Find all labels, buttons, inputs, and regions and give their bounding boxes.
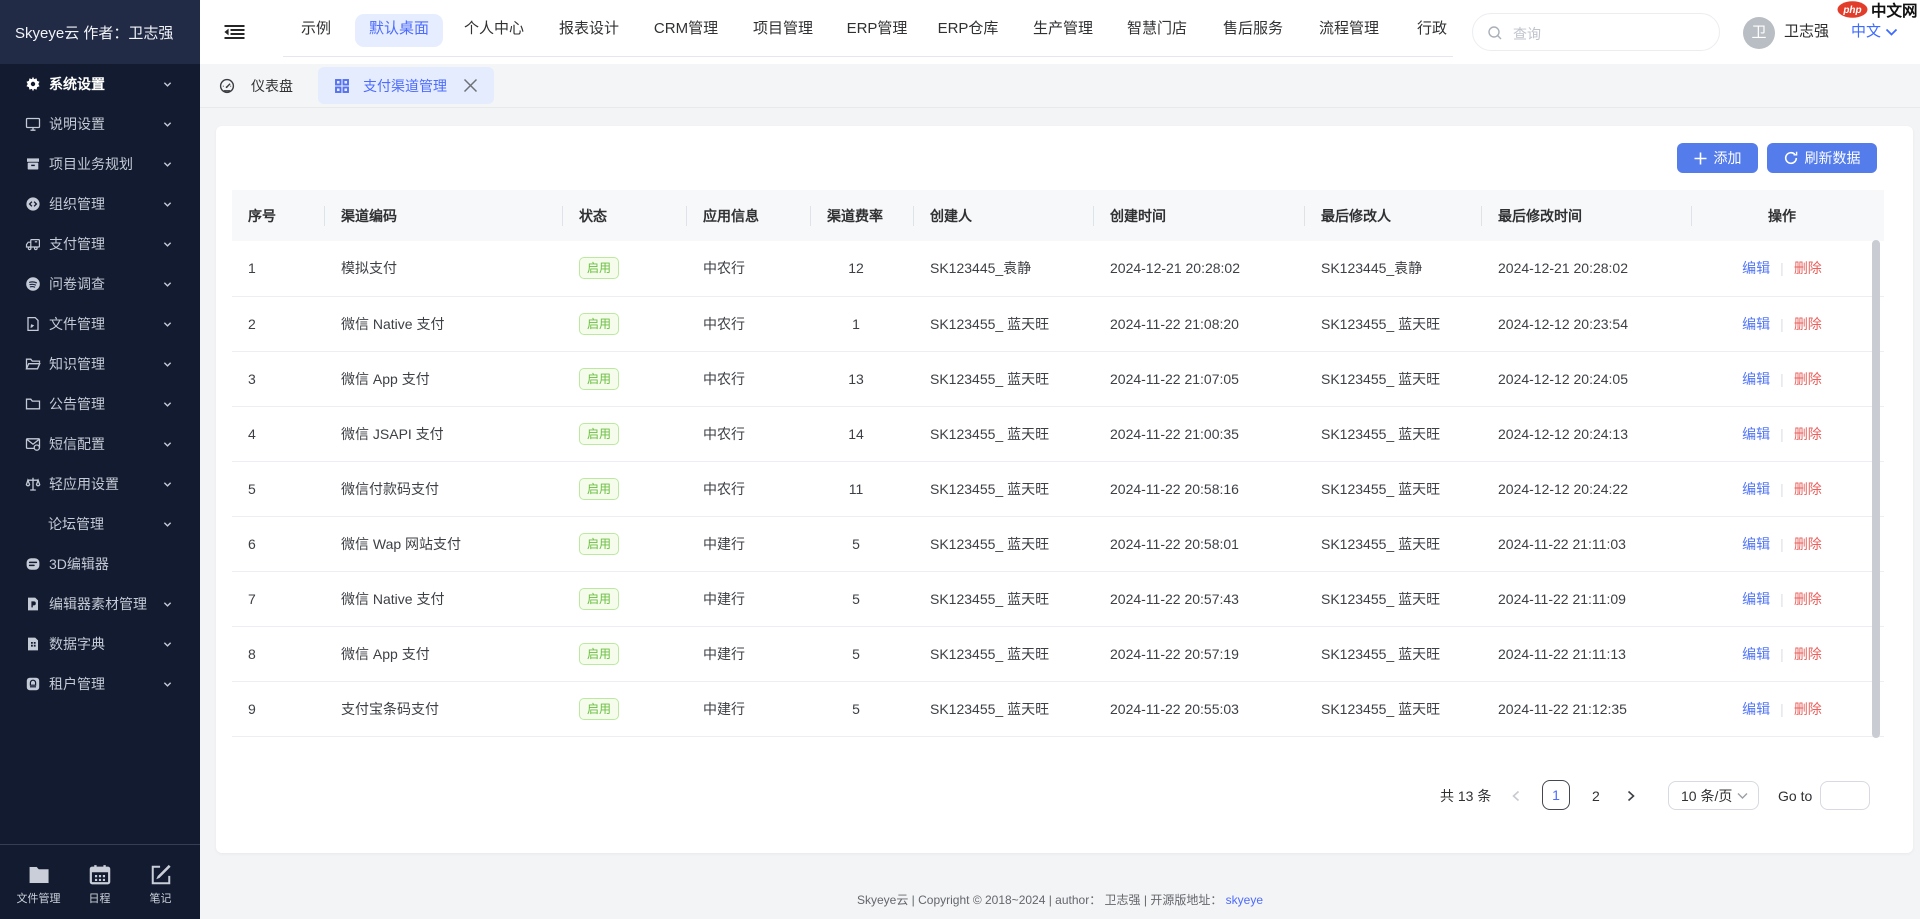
svg-text:php: php (1842, 5, 1861, 16)
